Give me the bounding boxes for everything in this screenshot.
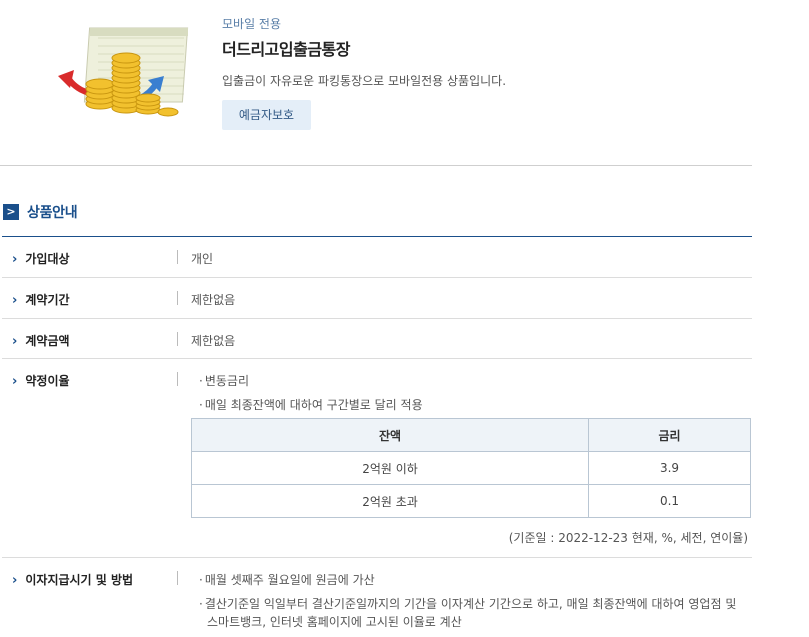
table-row: 2억원 초과 0.1	[190, 484, 751, 518]
rate-bullet: 변동금리	[199, 372, 249, 389]
deposit-protection-badge[interactable]: 예금자보호	[222, 100, 311, 130]
divider	[177, 250, 178, 264]
product-header: 모바일 전용 더드리고입출금통장 입출금이 자유로운 파킹통장으로 모바일전용 …	[0, 0, 752, 166]
table-header-row: 잔액 금리	[190, 418, 751, 452]
rate-basis-note: (기준일 : 2022-12-23 현재, %, 세전, 연이율)	[508, 531, 748, 545]
table-cell: 2억원 초과	[190, 484, 590, 518]
product-title: 더드리고입출금통장	[222, 40, 350, 59]
table-header-cell: 금리	[588, 418, 751, 452]
info-row-target: 가입대상 개인	[2, 237, 752, 278]
table-cell: 2억원 이하	[190, 451, 590, 485]
info-value: 제한없음	[191, 293, 236, 307]
info-row-period: 계약기간 제한없음	[2, 278, 752, 319]
product-info-table: 가입대상 개인 계약기간 제한없음 계약금액 제한없음 약정이율 변동금리 매일…	[2, 236, 752, 637]
info-label: 약정이율	[12, 372, 69, 389]
passbook-coins-image	[56, 22, 192, 120]
chevron-right-icon: >	[3, 204, 19, 220]
info-label: 계약금액	[12, 332, 69, 349]
divider	[177, 291, 178, 305]
info-label: 가입대상	[12, 250, 69, 267]
section-title: > 상품안내	[3, 202, 78, 222]
info-row-rate: 약정이율 변동금리 매일 최종잔액에 대하여 구간별로 달리 적용 잔액 금리 …	[2, 359, 752, 558]
table-cell: 3.9	[588, 451, 751, 485]
interest-bullet: 매월 셋째주 월요일에 원금에 가산	[199, 571, 375, 588]
table-header-cell: 잔액	[190, 418, 590, 452]
interest-bullet-continued: 스마트뱅크, 인터넷 홈페이지에 고시된 이율로 계산	[207, 613, 462, 630]
product-description: 입출금이 자유로운 파킹통장으로 모바일전용 상품입니다.	[222, 74, 507, 88]
divider	[177, 332, 178, 346]
info-row-amount: 계약금액 제한없음	[2, 319, 752, 359]
info-label: 계약기간	[12, 291, 69, 308]
info-row-interest: 이자지급시기 및 방법 매월 셋째주 월요일에 원금에 가산 결산기준일 익일부…	[2, 558, 752, 637]
section-title-text: 상품안내	[27, 205, 78, 221]
rate-table: 잔액 금리 2억원 이하 3.9 2억원 초과 0.1	[190, 418, 751, 518]
divider	[177, 372, 178, 386]
interest-bullet: 결산기준일 익일부터 결산기준일까지의 기간을 이자계산 기간으로 하고, 매일…	[199, 595, 737, 612]
info-value: 개인	[191, 252, 214, 266]
interest-bullet-text: 스마트뱅크, 인터넷 홈페이지에 고시된 이율로 계산	[207, 615, 462, 629]
rate-bullet: 매일 최종잔액에 대하여 구간별로 달리 적용	[199, 396, 423, 413]
divider	[177, 571, 178, 585]
info-value: 제한없음	[191, 334, 236, 348]
product-channel-label: 모바일 전용	[222, 17, 282, 31]
table-row: 2억원 이하 3.9	[190, 451, 751, 485]
info-label: 이자지급시기 및 방법	[12, 571, 133, 588]
table-cell: 0.1	[588, 484, 751, 518]
